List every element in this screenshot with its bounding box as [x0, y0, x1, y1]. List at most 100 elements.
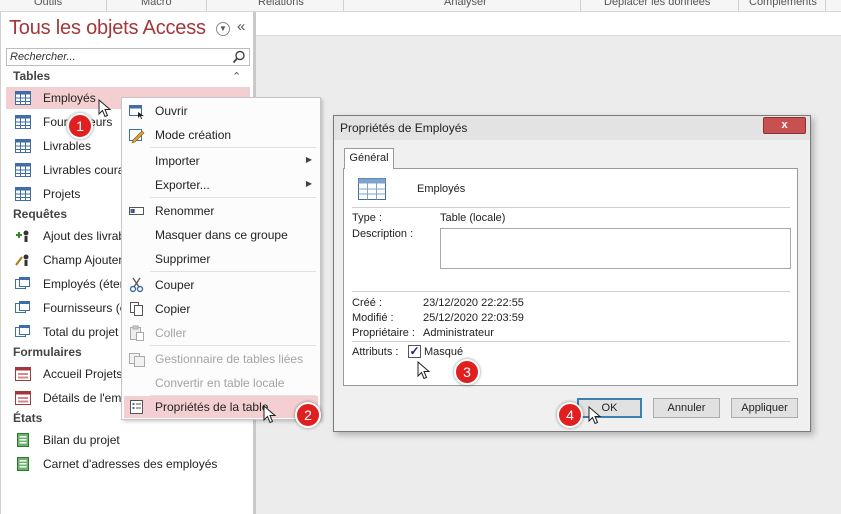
select-query-icon	[15, 277, 30, 289]
nav-item-label: Total du projet	[43, 325, 119, 339]
properties-icon	[130, 400, 143, 414]
table-icon	[15, 163, 31, 177]
menu-item-label: Coller	[155, 326, 187, 340]
menu-item-label: Copier	[155, 302, 191, 316]
description-label: Description :	[352, 228, 414, 240]
collapse-section-icon[interactable]: ⌃	[232, 70, 241, 83]
search-input[interactable]	[7, 49, 227, 65]
hidden-checkbox[interactable]: ✓	[408, 345, 421, 358]
type-label: Type :	[352, 212, 382, 224]
ribbon-group-labels: Outils Macro Relations Analyser Déplacer…	[0, 0, 841, 12]
nav-pane-title[interactable]: Tous les objets Access	[9, 17, 206, 40]
nav-item-bilan-projet[interactable]: Bilan du projet	[6, 429, 250, 451]
menu-item-renommer[interactable]: Renommer	[124, 200, 318, 222]
properties-dialog: Propriétés de Employés x Général Employé…	[333, 115, 811, 432]
description-field[interactable]	[440, 228, 791, 269]
nav-pane-menu-icon[interactable]: ▼	[216, 22, 230, 36]
modified-label: Modifié :	[352, 312, 394, 324]
copy-icon	[130, 302, 143, 316]
ribbon-group-deplacer: Déplacer les données	[604, 0, 711, 8]
menu-item-coller[interactable]: Coller	[124, 322, 318, 344]
mouse-cursor-icon	[98, 99, 112, 118]
menu-item-label: Importer	[155, 154, 200, 168]
menu-item-mode-creation[interactable]: Mode création	[124, 124, 318, 146]
dialog-title: Propriétés de Employés	[340, 121, 468, 135]
menu-item-supprimer[interactable]: Supprimer	[124, 248, 318, 270]
created-label: Créé :	[352, 297, 382, 309]
tab-general[interactable]: Général	[344, 148, 394, 169]
owner-value: Administrateur	[423, 327, 494, 339]
created-value: 23/12/2020 22:22:55	[423, 297, 524, 309]
hidden-label[interactable]: Masqué	[424, 346, 463, 358]
ok-button[interactable]: OK	[577, 398, 642, 418]
document-tab-bar	[256, 12, 841, 36]
report-icon	[17, 457, 29, 471]
table-icon	[358, 178, 386, 200]
collapse-pane-icon[interactable]: «	[237, 18, 245, 35]
submenu-arrow-icon: ▶	[305, 179, 312, 188]
menu-item-label: Ouvrir	[155, 104, 188, 118]
step-callout-3: 3	[454, 359, 480, 385]
menu-item-masquer[interactable]: Masquer dans ce groupe	[124, 224, 318, 246]
dialog-title-bar[interactable]: Propriétés de Employés x	[334, 116, 810, 140]
cancel-button[interactable]: Annuler	[653, 398, 720, 418]
menu-item-label: Gestionnaire de tables liées	[155, 352, 304, 366]
ribbon-group-outils: Outils	[34, 0, 63, 8]
ribbon-group-macro: Macro	[141, 0, 172, 8]
menu-item-ouvrir[interactable]: Ouvrir	[124, 100, 318, 122]
ribbon-group-analyser: Analyser	[444, 0, 487, 8]
close-icon: x	[781, 119, 788, 131]
menu-item-convertir[interactable]: Convertir en table locale	[124, 372, 318, 394]
nav-search-box[interactable]	[6, 48, 250, 66]
owner-label: Propriétaire :	[352, 327, 415, 339]
section-requetes[interactable]: Requêtes	[13, 207, 67, 221]
update-query-icon	[15, 254, 29, 266]
context-menu: Ouvrir Mode création Importer ▶ Exporter…	[121, 97, 321, 420]
table-icon	[15, 139, 31, 153]
menu-item-proprietes[interactable]: Propriétés de la table	[124, 396, 318, 418]
section-formulaires[interactable]: Formulaires	[13, 345, 82, 359]
menu-item-couper[interactable]: Couper	[124, 274, 318, 296]
submenu-arrow-icon: ▶	[305, 155, 312, 164]
menu-item-label: Mode création	[155, 128, 232, 142]
table-icon	[15, 187, 31, 201]
menu-item-label: Masquer dans ce groupe	[155, 228, 288, 242]
mouse-cursor-icon	[263, 405, 277, 424]
ribbon-group-relations: Relations	[258, 0, 304, 8]
menu-item-gestionnaire-tables-liees[interactable]: Gestionnaire de tables liées	[124, 348, 318, 370]
mouse-cursor-icon	[417, 361, 431, 380]
menu-item-label: Couper	[155, 278, 195, 292]
search-icon[interactable]	[232, 50, 246, 64]
modified-value: 25/12/2020 22:03:59	[423, 312, 524, 324]
menu-item-label: Exporter...	[155, 178, 210, 192]
attributes-label: Attributs :	[352, 346, 399, 358]
checkmark-icon: ✓	[409, 344, 420, 358]
nav-item-label: Bilan du projet	[43, 433, 120, 447]
nav-item-carnet-adresses[interactable]: Carnet d'adresses des employés	[6, 453, 250, 475]
close-button[interactable]: x	[763, 117, 806, 134]
paste-icon	[130, 325, 144, 341]
select-query-icon	[15, 301, 30, 313]
mouse-cursor-icon	[588, 406, 602, 425]
open-icon	[129, 105, 144, 119]
rename-icon	[129, 207, 144, 215]
report-icon	[17, 433, 29, 447]
table-icon	[15, 91, 31, 105]
linked-table-manager-icon	[129, 353, 145, 367]
object-name: Employés	[417, 183, 466, 195]
form-icon	[15, 367, 31, 381]
menu-item-label: Convertir en table locale	[155, 376, 285, 390]
scissors-icon	[129, 277, 144, 293]
menu-item-importer[interactable]: Importer ▶	[124, 150, 318, 172]
menu-item-label: Propriétés de la table	[155, 400, 269, 414]
section-etats[interactable]: États	[13, 411, 42, 425]
menu-item-exporter[interactable]: Exporter... ▶	[124, 174, 318, 196]
select-query-icon	[15, 325, 30, 337]
nav-item-label: Projets	[43, 187, 81, 201]
table-icon	[15, 115, 31, 129]
apply-button[interactable]: Appliquer	[731, 398, 798, 418]
ribbon-group-complements: Compléments	[749, 0, 817, 8]
section-tables[interactable]: Tables	[13, 69, 50, 83]
menu-item-copier[interactable]: Copier	[124, 298, 318, 320]
general-panel: Employés Type : Table (locale) Descripti…	[343, 168, 798, 386]
